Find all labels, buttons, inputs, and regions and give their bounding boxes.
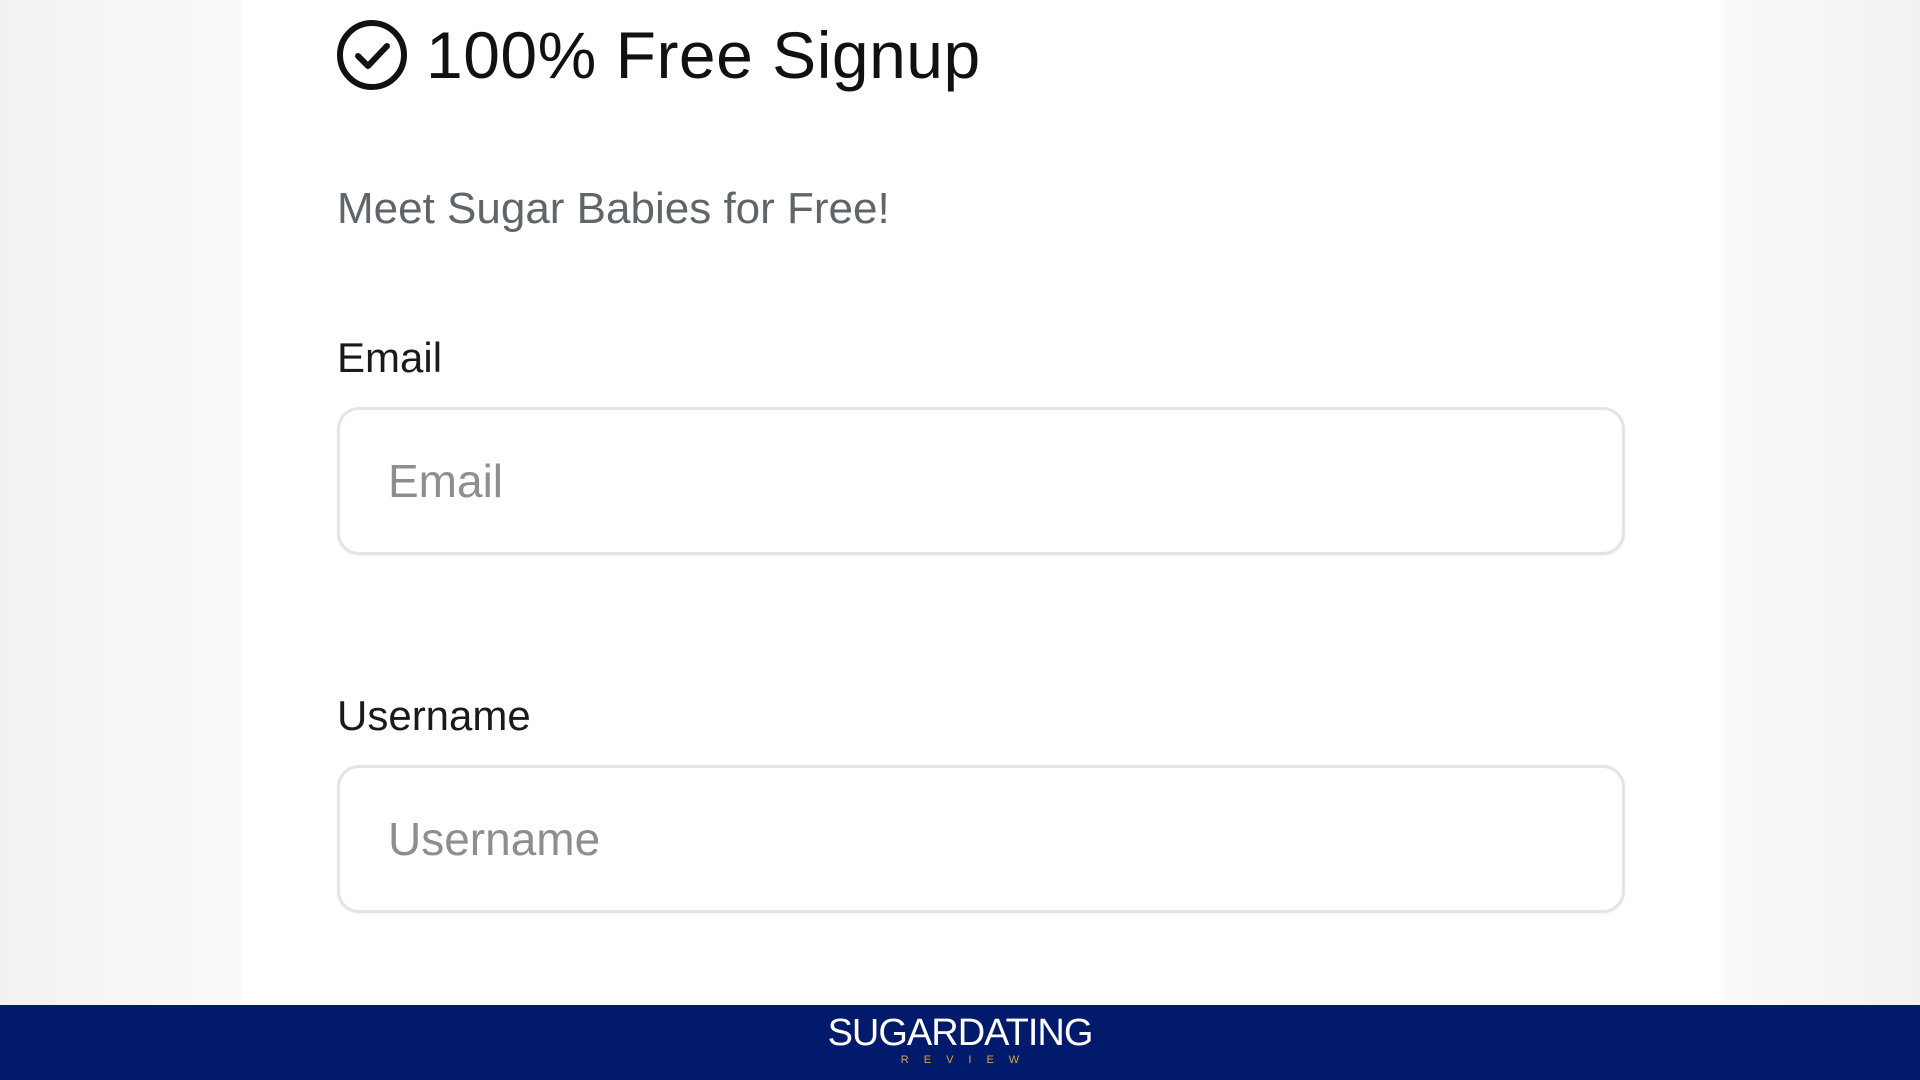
- signup-title-row: 100% Free Signup: [336, 18, 981, 92]
- username-field[interactable]: [337, 765, 1625, 913]
- footer-banner: SUGARDATING REVIEW: [0, 1005, 1920, 1080]
- page-subtitle: Meet Sugar Babies for Free!: [337, 184, 890, 233]
- check-circle-icon: [336, 19, 408, 91]
- page: 100% Free Signup Meet Sugar Babies for F…: [0, 0, 1920, 1080]
- site-logo: SUGARDATING REVIEW: [0, 1013, 1920, 1067]
- username-label: Username: [337, 692, 531, 739]
- logo-sub-text: REVIEW: [900, 1054, 1035, 1066]
- email-field[interactable]: [337, 407, 1625, 555]
- page-title: 100% Free Signup: [426, 18, 981, 92]
- logo-main-text: SUGARDATING: [827, 1012, 1094, 1054]
- email-label: Email: [337, 334, 443, 381]
